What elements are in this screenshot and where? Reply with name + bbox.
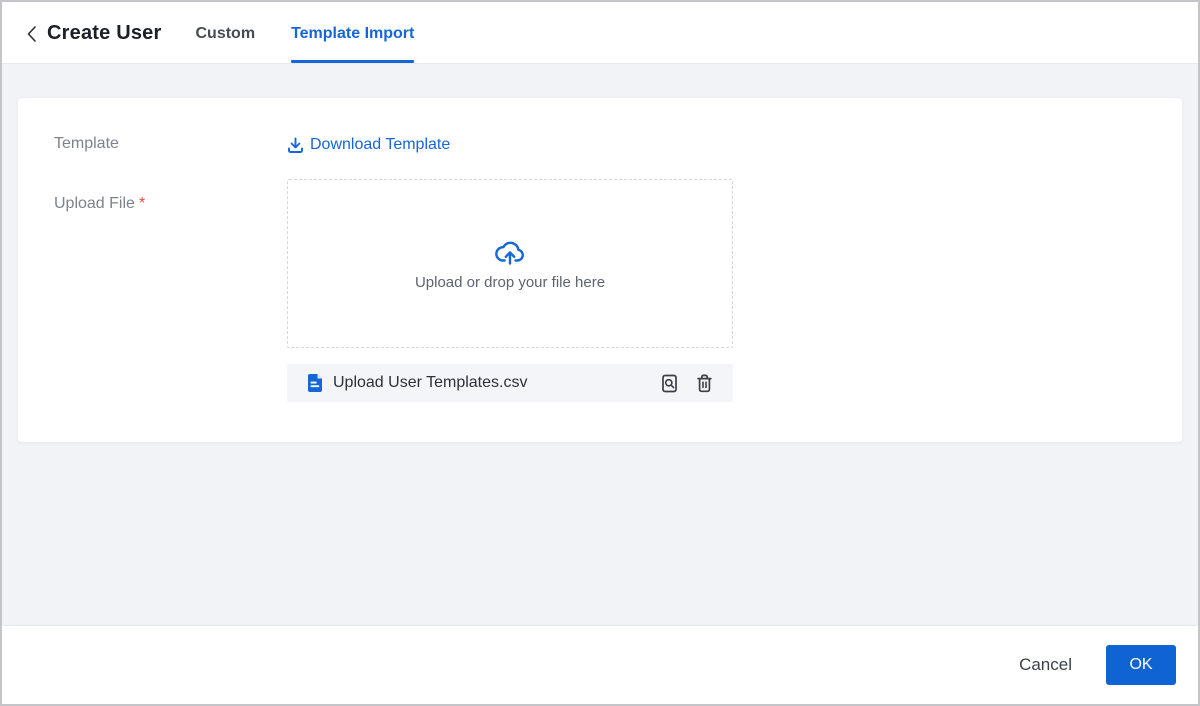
upload-control: Upload or drop your file here Upload Use…: [287, 179, 733, 402]
delete-file-button[interactable]: [692, 371, 717, 396]
template-row: Template Download Template: [54, 132, 1182, 158]
active-tab-underline: [291, 60, 415, 63]
tab-custom-label: Custom: [195, 24, 256, 42]
footer-action-bar: Cancel OK: [2, 625, 1198, 704]
dropzone-hint: Upload or drop your file here: [414, 274, 606, 291]
back-button[interactable]: [26, 4, 47, 63]
form-card: Template Download Template Upload File*: [18, 98, 1182, 442]
chevron-left-icon: [26, 25, 37, 43]
create-user-window: Create User Custom Template Import Templ…: [0, 0, 1200, 706]
ok-button[interactable]: OK: [1106, 645, 1176, 685]
download-link-label: Download Template: [310, 136, 451, 153]
required-asterisk: *: [138, 195, 146, 212]
header: Create User Custom Template Import: [2, 2, 1198, 64]
file-icon: [307, 373, 323, 393]
template-label: Template: [54, 135, 119, 152]
file-name: Upload User Templates.csv: [333, 374, 528, 391]
tab-template-import-label: Template Import: [291, 24, 415, 42]
page-body: Template Download Template Upload File*: [2, 64, 1198, 625]
page-title: Create User: [47, 21, 162, 44]
upload-file-label: Upload File *: [54, 195, 146, 212]
download-icon: [287, 137, 304, 154]
trash-icon: [694, 373, 715, 394]
cloud-upload-icon: [494, 236, 526, 266]
tab-template-import[interactable]: Template Import: [291, 2, 415, 63]
preview-file-button[interactable]: [657, 371, 682, 396]
tab-bar: Custom Template Import: [196, 2, 415, 63]
download-template-link[interactable]: Download Template: [287, 132, 450, 158]
upload-file-row: Upload File * Upload or drop your file he…: [54, 179, 1182, 402]
cancel-button[interactable]: Cancel: [1017, 649, 1074, 681]
uploaded-file-item[interactable]: Upload User Templates.csv: [287, 364, 733, 402]
upload-dropzone[interactable]: Upload or drop your file here: [287, 179, 733, 348]
tab-custom[interactable]: Custom: [196, 2, 256, 63]
file-search-icon: [659, 373, 680, 394]
